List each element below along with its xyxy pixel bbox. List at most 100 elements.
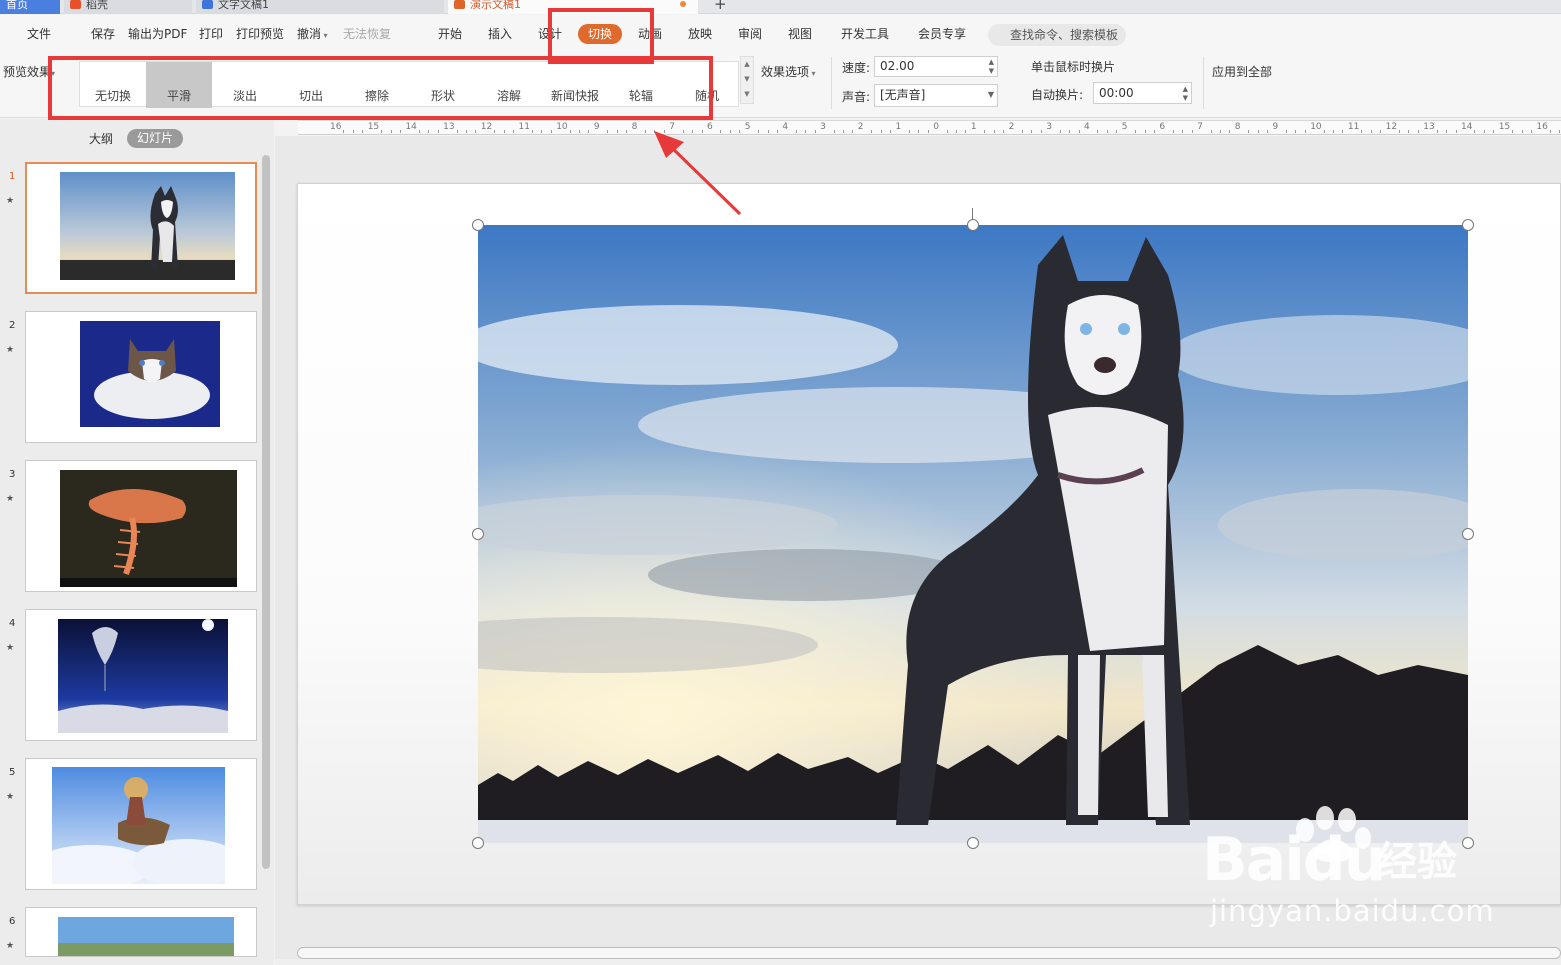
ruler-minor-tick (475, 130, 477, 133)
slide-thumbnail-5[interactable] (25, 758, 257, 890)
resize-handle-s[interactable] (967, 837, 979, 849)
ruler-minor-tick (1040, 130, 1042, 133)
slide-number: 1 (9, 171, 16, 182)
husky-main-image[interactable] (478, 225, 1468, 843)
print-preview-button[interactable]: 打印预览 (236, 25, 284, 43)
menu-slideshow[interactable]: 放映 (688, 25, 712, 43)
fish-image-icon (60, 470, 237, 587)
ruler-tick-label: 14 (1461, 122, 1473, 132)
speed-spinner[interactable]: 02.00 ▲ ▼ (874, 56, 998, 77)
ruler-minor-tick (1153, 130, 1155, 133)
ruler-minor-tick (1097, 130, 1099, 133)
on-click-advance-checkbox[interactable]: 单击鼠标时换片 (1031, 58, 1115, 75)
ruler-tick-label: 11 (518, 122, 530, 132)
ruler-tick-label: 9 (593, 122, 600, 132)
resize-handle-ne[interactable] (1462, 219, 1474, 231)
resize-handle-w[interactable] (472, 528, 484, 540)
husky-image-icon (60, 172, 235, 280)
tab-daoke[interactable]: 稻壳 (64, 0, 192, 14)
gallery-scroll[interactable]: ▲ ▼ ▼ (740, 56, 754, 104)
ruler-minor-tick (1493, 130, 1495, 133)
menu-devtools[interactable]: 开发工具 (841, 25, 889, 43)
spin-up-icon[interactable]: ▲ (989, 58, 994, 66)
spin-up-icon[interactable]: ▲ (1183, 85, 1188, 93)
resize-handle-n[interactable] (967, 219, 979, 231)
slide-thumbnail-2[interactable] (25, 311, 257, 443)
undo-button[interactable]: 撤消 ▾ (297, 25, 328, 45)
outline-view-tab[interactable]: 大纲 (89, 130, 113, 147)
menu-start[interactable]: 开始 (438, 25, 462, 43)
menu-member[interactable]: 会员专享 (918, 25, 966, 43)
export-pdf-button[interactable]: 输出为PDF (128, 25, 187, 43)
menu-review[interactable]: 审阅 (738, 25, 762, 43)
ruler-minor-tick (1144, 130, 1146, 133)
ruler-tick-label: 0 (933, 122, 939, 132)
ruler-tick-label: 2 (857, 122, 864, 132)
sound-value: [无声音] (880, 88, 926, 102)
spin-down-icon[interactable]: ▼ (989, 67, 994, 75)
panel-scrollbar[interactable] (262, 155, 270, 869)
ruler-tick-label: 10 (556, 122, 568, 132)
ruler-tick-label: 16 (1536, 122, 1548, 132)
ruler-minor-tick (1474, 130, 1476, 133)
ruler-minor-tick (852, 130, 854, 133)
spin-down-icon[interactable]: ▼ (1183, 94, 1188, 102)
scroll-up-icon[interactable]: ▲ (741, 57, 753, 72)
space-image-icon (58, 619, 228, 733)
ruler-minor-tick (946, 130, 948, 133)
menu-insert[interactable]: 插入 (488, 25, 512, 43)
tab-document[interactable]: 文字文稿1 (196, 0, 444, 14)
save-button[interactable]: 保存 (91, 25, 115, 43)
ruler-minor-tick (767, 130, 769, 133)
resize-handle-nw[interactable] (472, 219, 484, 231)
ruler-minor-tick (616, 130, 618, 133)
rotate-handle[interactable] (972, 208, 973, 220)
gallery-expand-icon[interactable]: ▼ (741, 87, 753, 102)
slides-view-tab[interactable]: 幻灯片 (127, 129, 183, 148)
ruler-minor-tick (390, 130, 392, 133)
slide-thumbnail-4[interactable] (25, 609, 257, 741)
effect-options-button[interactable]: 效果选项 ▾ (761, 63, 816, 80)
ruler-tick-label: 3 (820, 122, 826, 132)
ruler-minor-tick (890, 130, 892, 133)
ruler-minor-tick (993, 130, 995, 133)
slide-thumbnail-1[interactable] (25, 162, 257, 294)
menu-view[interactable]: 视图 (788, 25, 812, 43)
sound-select[interactable]: [无声音] ▼ (874, 84, 998, 107)
new-tab-button[interactable]: + (708, 0, 732, 14)
auto-advance-spinner[interactable]: 00:00 ▲ ▼ (1093, 82, 1192, 104)
ruler-minor-tick (531, 130, 533, 133)
menu-file[interactable]: 文件 (27, 25, 51, 43)
slide-thumbnail-6[interactable] (25, 907, 257, 957)
ruler-minor-tick (1370, 130, 1372, 133)
slide-number: 2 (9, 320, 16, 331)
apply-to-all-button[interactable]: 应用到全部 (1212, 63, 1272, 80)
daoke-icon (70, 0, 81, 9)
horizontal-scrollbar[interactable] (297, 947, 1561, 959)
ruler-tick-label: 11 (1347, 122, 1360, 132)
ruler-tick-label: 10 (1310, 122, 1322, 132)
tab-document-label: 文字文稿1 (218, 0, 269, 11)
slide-number: 6 (9, 916, 16, 927)
ruler-minor-tick (343, 130, 345, 133)
command-search-input[interactable]: 查找命令、搜索模板 (988, 24, 1126, 46)
ruler-minor-tick (1172, 130, 1174, 133)
tab-home[interactable]: 首页 (0, 0, 60, 14)
ruler-minor-tick (428, 130, 430, 133)
ruler-minor-tick (550, 130, 552, 133)
ruler-tick-label: 8 (631, 122, 638, 132)
ruler-tick-label: 15 (367, 122, 380, 132)
ruler-minor-tick (645, 130, 647, 133)
ruler-minor-tick (513, 130, 515, 133)
resize-handle-se[interactable] (1462, 837, 1474, 849)
ruler-tick-label: 4 (782, 122, 789, 132)
ruler-tick-label: 2 (1008, 122, 1015, 132)
scroll-down-icon[interactable]: ▼ (741, 72, 753, 87)
resize-handle-e[interactable] (1462, 528, 1474, 540)
print-button[interactable]: 打印 (199, 25, 223, 43)
ruler-minor-tick (503, 130, 505, 133)
slide-thumbnail-3[interactable] (25, 460, 257, 592)
ruler-minor-tick (1408, 130, 1410, 133)
resize-handle-sw[interactable] (472, 837, 484, 849)
ruler-minor-tick (795, 130, 797, 133)
